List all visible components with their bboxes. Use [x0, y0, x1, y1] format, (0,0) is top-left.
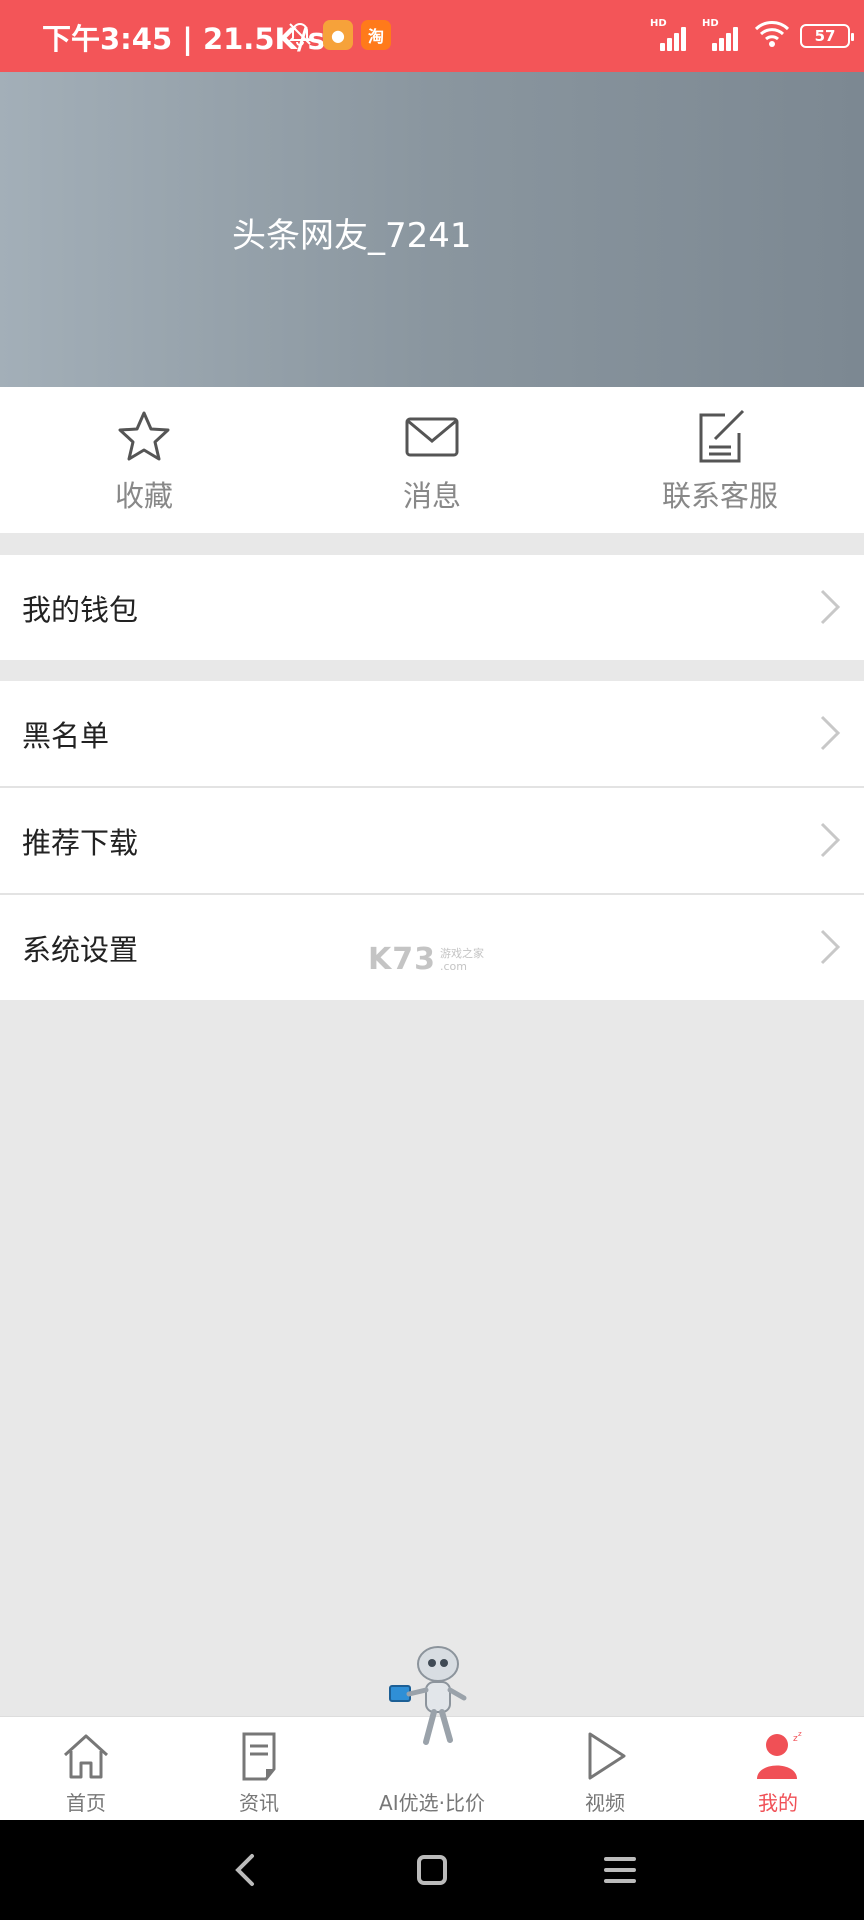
status-app-icons: ● 淘 — [285, 18, 391, 52]
menu-item-wallet[interactable]: 我的钱包 — [0, 555, 864, 660]
menu-item-label: 系统设置 — [22, 933, 139, 967]
system-nav-bar — [0, 1820, 864, 1920]
contact-service-label: 联系客服 — [661, 479, 778, 513]
signal-icon: HD — [650, 18, 692, 51]
user-icon: z z — [757, 1731, 802, 1779]
menu-item-blacklist[interactable]: 黑名单 — [0, 681, 864, 786]
chevron-right-icon — [820, 715, 841, 751]
chevron-right-icon — [820, 822, 841, 858]
status-right-icons: HD HD 57 — [650, 18, 854, 52]
chevron-right-icon — [820, 589, 841, 625]
menu-item-recommend-download[interactable]: 推荐下载 — [0, 788, 864, 893]
tab-mine[interactable]: z z 我的 — [693, 1731, 863, 1816]
username[interactable]: 头条网友_7241 — [232, 208, 472, 257]
chevron-right-icon — [820, 929, 841, 965]
menu-item-label: 推荐下载 — [22, 826, 139, 860]
tab-news[interactable]: 资讯 — [174, 1731, 344, 1816]
taobao-icon: 淘 — [361, 20, 391, 50]
alarm-muted-icon — [285, 18, 315, 52]
battery-icon: 57 — [800, 24, 854, 48]
favorites-button[interactable]: 收藏 — [64, 409, 224, 515]
tab-label: 我的 — [758, 1791, 798, 1815]
edit-note-icon — [699, 409, 745, 463]
watermark: K73 游戏之家 .com — [368, 942, 484, 977]
robot-icon[interactable] — [382, 1646, 482, 1750]
watermark-sub: 游戏之家 .com — [440, 946, 484, 973]
messages-button[interactable]: 消息 — [352, 409, 512, 515]
menu-item-label: 黑名单 — [22, 719, 110, 753]
star-icon — [118, 411, 170, 461]
profile-header: 头条网友_7241 — [0, 72, 864, 387]
watermark-logo: K73 — [368, 942, 436, 977]
menu-item-label: 我的钱包 — [22, 593, 139, 627]
tab-video[interactable]: 视频 — [520, 1731, 690, 1816]
tab-label: AI优选·比价 — [379, 1791, 485, 1815]
status-time: 下午3:45 | 21.5K/s — [42, 22, 325, 56]
svg-text:z: z — [798, 1731, 802, 1738]
tab-label: 首页 — [66, 1791, 106, 1815]
status-bar: 下午3:45 | 21.5K/s ● 淘 HD HD 57 — [0, 0, 864, 72]
tab-home[interactable]: 首页 — [1, 1731, 171, 1816]
wifi-icon — [754, 20, 790, 52]
signal-icon: HD — [702, 18, 744, 51]
messages-label: 消息 — [402, 479, 461, 513]
contact-service-button[interactable]: 联系客服 — [640, 409, 800, 515]
tab-label: 资讯 — [239, 1791, 279, 1815]
back-icon[interactable] — [226, 1850, 264, 1890]
quick-actions: 收藏 消息 联系客服 — [0, 387, 864, 533]
home-button-icon[interactable] — [412, 1850, 452, 1890]
play-icon — [588, 1732, 626, 1780]
app-orange-icon: ● — [323, 20, 353, 50]
favorites-label: 收藏 — [114, 479, 173, 513]
menu-icon[interactable] — [600, 1850, 640, 1890]
home-icon — [63, 1734, 109, 1779]
tab-label: 视频 — [585, 1791, 625, 1815]
news-icon — [242, 1732, 276, 1781]
mail-icon — [405, 417, 459, 457]
